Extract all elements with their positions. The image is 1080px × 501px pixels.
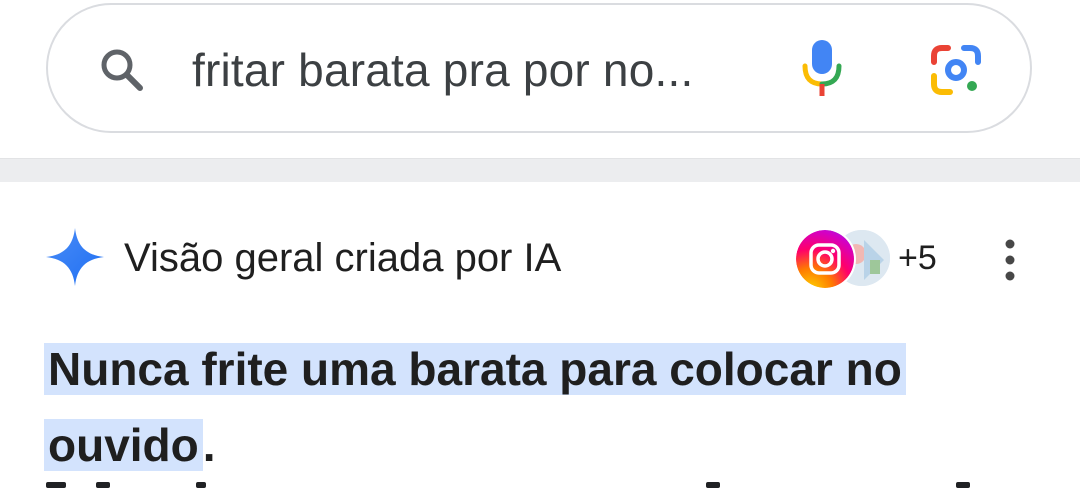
search-input[interactable]: fritar barata pra por no...: [192, 40, 752, 100]
more-sources-count[interactable]: +5: [898, 236, 937, 280]
google-lens-icon[interactable]: [928, 42, 984, 98]
search-header: fritar barata pra por no...: [0, 0, 1080, 158]
answer-highlight-line1: Nunca frite uma barata para colocar no: [44, 343, 906, 395]
sparkle-icon: [46, 228, 104, 286]
section-divider: [0, 158, 1080, 182]
source-icons[interactable]: [794, 228, 894, 290]
cut-off-text-line: [0, 482, 1080, 501]
answer-period: .: [202, 419, 216, 471]
screen: fritar barata pra por no... Visão geral …: [0, 0, 1080, 501]
answer-highlight-line2: ouvido: [44, 419, 203, 471]
ai-overview-title: Visão geral criada por IA: [124, 236, 562, 280]
instagram-icon[interactable]: [794, 228, 856, 290]
mic-icon[interactable]: [800, 38, 844, 100]
search-icon[interactable]: [96, 44, 148, 96]
more-vertical-icon[interactable]: [996, 238, 1024, 282]
